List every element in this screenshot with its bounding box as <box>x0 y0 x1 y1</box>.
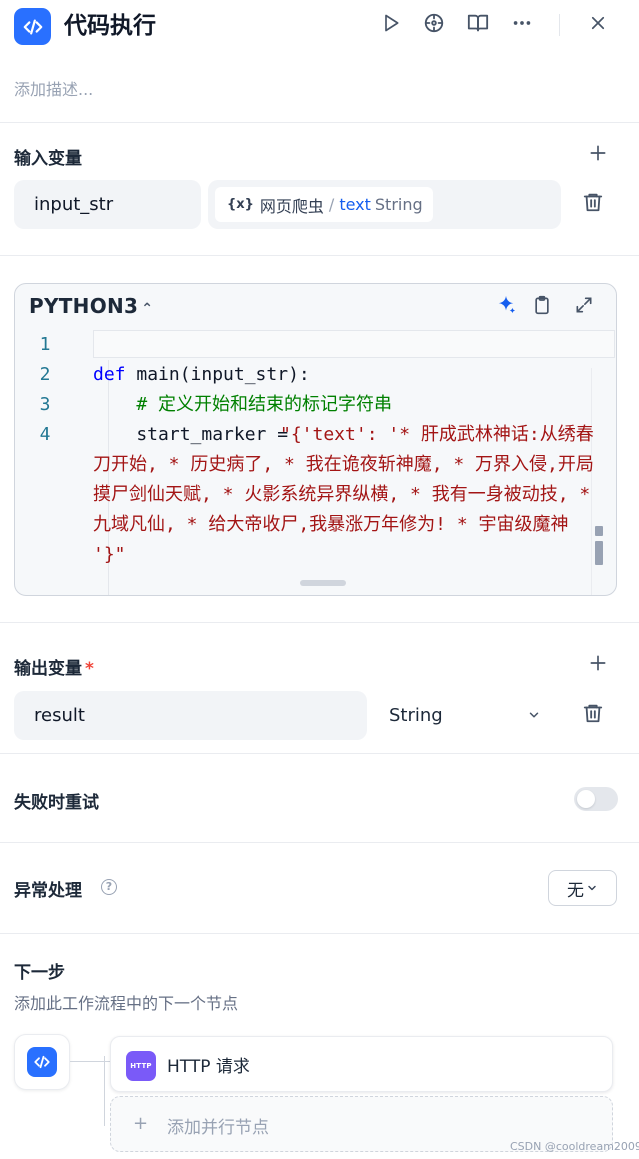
divider <box>0 753 639 754</box>
more-icon <box>511 12 533 38</box>
node-header: 代码执行 <box>0 0 639 56</box>
scrollbar-thumb[interactable] <box>595 541 603 565</box>
input-vars-label: 输入变量 <box>14 149 82 169</box>
ref-slash: / <box>328 195 335 214</box>
line-number: 2 <box>39 364 51 385</box>
horizontal-scrollbar[interactable] <box>300 580 346 586</box>
code-editor[interactable]: PYTHON3 ⌃ 1 2 3 4 def main(input_str): # … <box>14 283 617 596</box>
divider <box>0 933 639 934</box>
sparkle-icon <box>495 294 517 320</box>
minimap-marker <box>595 526 603 536</box>
next-node-http-request[interactable]: HTTP HTTP 请求 <box>110 1036 613 1092</box>
current-node <box>14 1034 70 1090</box>
line-number: 3 <box>39 394 51 415</box>
close-button[interactable] <box>585 12 611 38</box>
docs-button[interactable] <box>465 12 491 38</box>
divider <box>0 842 639 843</box>
input-var-name-field[interactable]: input_str <box>14 180 201 229</box>
crosshair-icon <box>423 12 445 38</box>
code-icon <box>14 8 51 45</box>
code-text[interactable]: def main(input_str): # 定义开始和结束的标记字符串 sta… <box>93 330 598 570</box>
ai-generate-button[interactable] <box>493 294 519 320</box>
code-icon <box>27 1047 57 1077</box>
run-button[interactable] <box>378 12 404 38</box>
branch-line <box>104 1056 105 1126</box>
plus-icon <box>588 653 608 677</box>
code-line: def main(input_str): <box>93 360 598 390</box>
trash-icon <box>582 191 604 217</box>
retry-label: 失败时重试 <box>14 793 99 813</box>
line-gutter: 1 2 3 4 <box>15 330 75 450</box>
error-handling-value: 无 <box>567 880 584 901</box>
code-area[interactable]: 1 2 3 4 def main(input_str): # 定义开始和结束的标… <box>15 326 616 595</box>
expand-icon <box>574 295 594 319</box>
next-step-title: 下一步 <box>14 963 65 983</box>
next-step-subtitle: 添加此工作流程中的下一个节点 <box>14 994 239 1013</box>
add-parallel-label: 添加并行节点 <box>167 1118 269 1138</box>
retry-toggle[interactable] <box>574 787 618 811</box>
plus-icon <box>588 143 608 167</box>
play-icon <box>381 13 401 37</box>
divider <box>0 122 639 123</box>
copy-button[interactable] <box>529 294 555 320</box>
error-handling-select[interactable]: 无 <box>548 870 617 906</box>
add-input-var-button[interactable] <box>586 143 610 167</box>
expand-button[interactable] <box>571 294 597 320</box>
http-icon: HTTP <box>126 1051 156 1081</box>
close-icon <box>589 14 607 36</box>
delete-input-var-button[interactable] <box>581 192 605 216</box>
help-icon[interactable]: ? <box>101 879 117 895</box>
ref-field: text <box>339 195 371 214</box>
ref-type: String <box>374 195 423 214</box>
output-var-name-field[interactable]: result <box>14 691 367 740</box>
description-input[interactable]: 添加描述... <box>14 76 93 100</box>
toggle-knob <box>577 790 595 808</box>
comment-line: # 定义开始和结束的标记字符串 <box>93 394 393 415</box>
output-vars-label: 输出变量 * <box>14 654 94 679</box>
book-icon <box>467 12 489 38</box>
chevron-updown-icon: ⌃ <box>141 301 154 317</box>
output-vars-title: 输出变量 <box>14 659 82 679</box>
ref-source: 网页爬虫 <box>259 196 324 216</box>
input-var-ref-selector[interactable]: {x} 网页爬虫 / text String <box>208 180 561 229</box>
language-select[interactable]: PYTHON3 ⌃ <box>29 294 153 318</box>
language-label: PYTHON3 <box>29 294 139 318</box>
plus-icon: + <box>133 1113 149 1134</box>
chevron-down-icon <box>586 882 598 894</box>
more-button[interactable] <box>509 12 535 38</box>
var-ref-chip[interactable]: {x} 网页爬虫 / text String <box>215 187 433 222</box>
variable-icon: {x} <box>227 197 254 212</box>
keyword-token: def <box>93 364 126 385</box>
trash-icon <box>582 702 604 728</box>
next-node-label: HTTP 请求 <box>167 1057 250 1077</box>
locate-button[interactable] <box>421 12 447 38</box>
divider <box>0 622 639 623</box>
code-token: main(input_str): <box>125 364 310 385</box>
required-mark: * <box>85 659 94 679</box>
header-separator <box>559 14 560 36</box>
delete-output-var-button[interactable] <box>581 703 605 727</box>
clipboard-icon <box>532 295 552 319</box>
line-number: 4 <box>39 424 51 445</box>
watermark: CSDN @cooldream2009 <box>510 1140 639 1153</box>
node-title[interactable]: 代码执行 <box>64 9 156 43</box>
divider <box>0 255 639 256</box>
add-output-var-button[interactable] <box>586 653 610 677</box>
chevron-down-icon[interactable] <box>524 705 544 725</box>
line-number: 1 <box>39 334 51 355</box>
error-handling-label: 异常处理 <box>14 881 82 901</box>
